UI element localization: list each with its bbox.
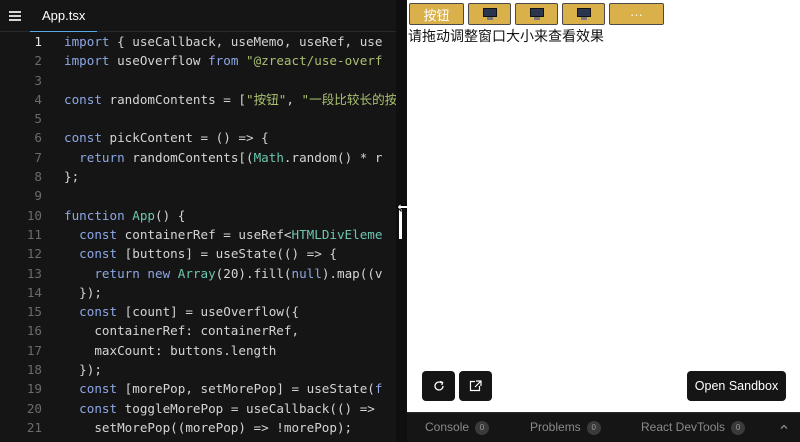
- line-number: 18: [26, 362, 42, 378]
- tab-problems[interactable]: Problems 0: [530, 413, 601, 442]
- code-editor[interactable]: App.tsx 1 import { useCallback, useMemo, …: [0, 0, 396, 442]
- code-text: const toggleMorePop = useCallback(() =>: [79, 400, 375, 416]
- line-number: 19: [26, 381, 42, 397]
- more-button[interactable]: ···: [609, 3, 664, 25]
- code-line[interactable]: 11 const containerRef = useRef<HTMLDivEl…: [0, 225, 396, 244]
- line-number: 16: [26, 323, 42, 339]
- code-line[interactable]: 21 setMorePop((morePop) => !morePop);: [0, 418, 396, 437]
- code-line[interactable]: 13 return new Array(20).fill(null).map((…: [0, 264, 396, 283]
- count-badge: 0: [731, 420, 746, 435]
- line-number: 1: [34, 34, 42, 49]
- monitor-icon: [576, 8, 592, 20]
- line-number: 17: [26, 342, 42, 358]
- code-text: maxCount: buttons.length: [64, 342, 277, 358]
- line-number: 12: [26, 246, 42, 262]
- code-text: return new Array(20).fill(null).map((v: [94, 265, 383, 281]
- code-line[interactable]: 1 import { useCallback, useMemo, useRef, …: [0, 32, 396, 51]
- tab-console[interactable]: Console 0: [425, 413, 490, 442]
- line-number: 7: [34, 149, 42, 165]
- code-text: const [count] = useOverflow({: [79, 304, 300, 320]
- hint-text: 请拖动调整窗口大小来查看效果: [408, 28, 604, 44]
- code-line[interactable]: 7 return randomContents[(Math.random() *…: [0, 148, 396, 167]
- code-line[interactable]: 6 const pickContent = () => {: [0, 128, 396, 147]
- code-line[interactable]: 4 const randomContents = ["按钮", "一段比较长的按: [0, 90, 396, 109]
- line-number: 10: [26, 207, 42, 223]
- open-sandbox-button[interactable]: Open Sandbox: [687, 371, 786, 401]
- open-new-window-button[interactable]: [459, 371, 492, 401]
- code-line[interactable]: 10 function App() {: [0, 206, 396, 225]
- line-number: 3: [34, 72, 42, 88]
- code-text: const randomContents = ["按钮", "一段比较长的按: [64, 91, 396, 107]
- tab-label: Problems: [530, 420, 581, 434]
- line-number: 11: [26, 226, 42, 242]
- preview-pane: 按钮 ··· 请拖动调整窗口大小来查看效果 Open Sandbox: [407, 0, 800, 412]
- line-number: 9: [34, 188, 42, 204]
- tab-label: Console: [425, 420, 470, 434]
- line-number: 4: [34, 91, 42, 107]
- code-text: setMorePop((morePop) => !morePop);: [64, 419, 353, 435]
- tab-label: React DevTools: [641, 420, 726, 434]
- count-badge: 0: [586, 420, 601, 435]
- line-number: 13: [26, 265, 42, 281]
- code-text: const containerRef = useRef<HTMLDivEleme: [79, 226, 383, 242]
- chevron-up-icon[interactable]: [779, 422, 789, 432]
- demo-button-text[interactable]: 按钮: [409, 3, 464, 25]
- overflow-button-row: 按钮 ···: [409, 3, 664, 25]
- file-tab-app-tsx[interactable]: App.tsx: [30, 0, 98, 32]
- code-line[interactable]: 9: [0, 186, 396, 205]
- code-text: const [buttons] = useState(() => {: [79, 246, 337, 262]
- code-text: return randomContents[(Math.random() * r: [79, 149, 383, 165]
- code-line[interactable]: 15 const [count] = useOverflow({: [0, 302, 396, 321]
- more-button-label: ···: [630, 6, 643, 22]
- code-line[interactable]: 2 import useOverflow from "@zreact/use-ov…: [0, 51, 396, 70]
- code-line[interactable]: 5: [0, 109, 396, 128]
- external-link-icon: [469, 380, 482, 392]
- count-badge: 0: [475, 420, 490, 435]
- line-number: 14: [26, 284, 42, 300]
- code-line[interactable]: 14 });: [0, 283, 396, 302]
- refresh-button[interactable]: [422, 371, 455, 401]
- code-text: const pickContent = () => {: [64, 130, 269, 146]
- demo-button-icon[interactable]: [515, 3, 558, 25]
- demo-button-icon[interactable]: [562, 3, 605, 25]
- code-line[interactable]: 20 const toggleMorePop = useCallback(() …: [0, 399, 396, 418]
- code-text: });: [64, 362, 102, 378]
- code-text: import { useCallback, useMemo, useRef, u…: [64, 34, 383, 49]
- code-line[interactable]: 19 const [morePop, setMorePop] = useStat…: [0, 379, 396, 398]
- line-number: 2: [34, 53, 42, 69]
- line-number: 8: [34, 169, 42, 185]
- code-text: };: [64, 169, 80, 185]
- line-number: 21: [26, 419, 42, 435]
- code-text: containerRef: containerRef,: [64, 323, 300, 339]
- line-number: 6: [34, 130, 42, 146]
- code-text: function App() {: [64, 207, 186, 223]
- code-area[interactable]: 1 import { useCallback, useMemo, useRef, …: [0, 32, 396, 437]
- monitor-icon: [529, 8, 545, 20]
- demo-button-icon[interactable]: [468, 3, 511, 25]
- code-line[interactable]: 8};: [0, 167, 396, 186]
- code-text: const [morePop, setMorePop] = useState(f: [79, 381, 383, 397]
- code-line[interactable]: 18 });: [0, 360, 396, 379]
- demo-button-label: 按钮: [423, 7, 450, 23]
- tab-react-devtools[interactable]: React DevTools 0: [641, 413, 746, 442]
- editor-tab-bar: App.tsx: [0, 0, 396, 32]
- line-number: 15: [26, 304, 42, 320]
- code-line[interactable]: 3: [0, 71, 396, 90]
- code-line[interactable]: 16 containerRef: containerRef,: [0, 321, 396, 340]
- line-number: 20: [26, 400, 42, 416]
- code-line[interactable]: 17 maxCount: buttons.length: [0, 341, 396, 360]
- devtools-bar: Console 0 Problems 0 React DevTools 0: [407, 412, 800, 442]
- menu-icon[interactable]: [9, 11, 21, 21]
- code-line[interactable]: 12 const [buttons] = useState(() => {: [0, 244, 396, 263]
- code-text: import useOverflow from "@zreact/use-ove…: [64, 53, 383, 69]
- monitor-icon: [482, 8, 498, 20]
- code-text: });: [64, 284, 102, 300]
- refresh-icon: [433, 380, 444, 391]
- line-number: 5: [34, 111, 42, 127]
